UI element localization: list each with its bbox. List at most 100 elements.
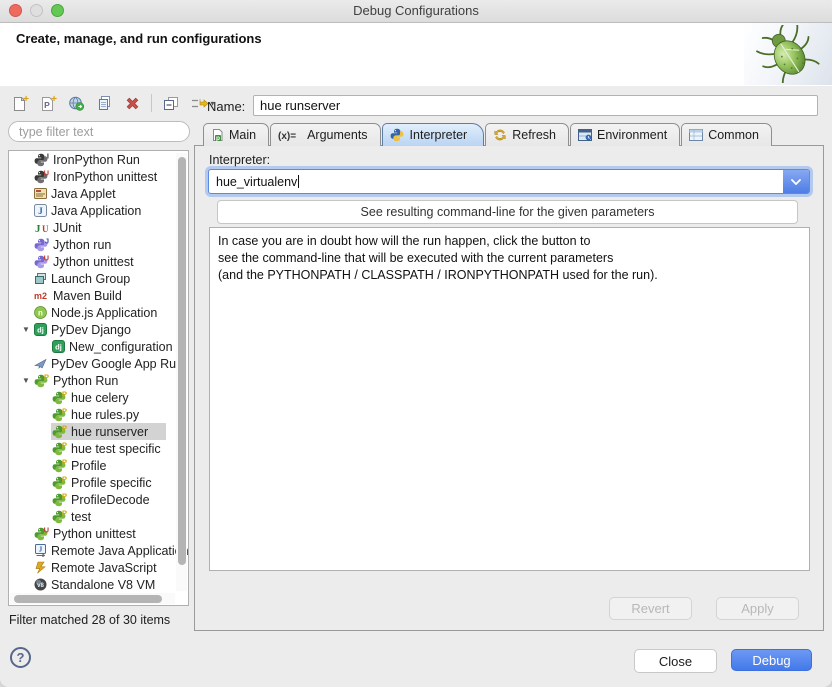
tree-item-standalone-v8-vm[interactable]: v8Standalone V8 VM: [9, 576, 188, 593]
tab-refresh[interactable]: Refresh: [485, 123, 569, 146]
tree-item-hue-rules-py[interactable]: Phue rules.py: [9, 406, 188, 423]
new-prototype-icon: P+: [40, 95, 57, 112]
tree-item-node-js-application[interactable]: nNode.js Application: [9, 304, 188, 321]
tree-item-maven-build[interactable]: m2 Maven Build: [9, 287, 188, 304]
tree-item-java-applet[interactable]: Java Applet: [9, 185, 188, 202]
svg-text:P: P: [62, 476, 67, 484]
interpreter-value: hue_virtualenv: [209, 175, 783, 189]
tab-main-icon: p: [211, 128, 224, 142]
tree-item-junit[interactable]: JUJUnit: [9, 219, 188, 236]
tree-item-label: hue rules.py: [71, 408, 139, 422]
svg-text:I: I: [47, 153, 49, 161]
tree-item-java-application[interactable]: JJava Application: [9, 202, 188, 219]
python-run-icon: P: [52, 442, 67, 456]
tree-item-hue-runserver[interactable]: Phue runserver: [9, 423, 188, 440]
svg-text:(x)=: (x)=: [278, 131, 296, 141]
launch-toolbar: +P+▾: [8, 91, 219, 115]
new-configuration-button[interactable]: +: [8, 92, 32, 114]
info-line: In case you are in doubt how will the ru…: [218, 233, 801, 250]
tree-item-label: Python Run: [53, 374, 118, 388]
tree-item-hue-test-specific[interactable]: Phue test specific: [9, 440, 188, 457]
python-run-icon: P: [52, 476, 67, 490]
tree-item-ironpython-run[interactable]: I IronPython Run: [9, 151, 188, 168]
tab-label: Refresh: [512, 128, 556, 142]
duplicate-button[interactable]: [92, 92, 116, 114]
tree-item-profile[interactable]: PProfile: [9, 457, 188, 474]
info-line: see the command-line that will be execut…: [218, 250, 801, 267]
combo-dropdown-button[interactable]: [783, 170, 809, 193]
tree-item-ironpython-unittest[interactable]: UIronPython unittest: [9, 168, 188, 185]
tree-item-python-unittest[interactable]: UPython unittest: [9, 525, 188, 542]
tree-item-launch-group[interactable]: Launch Group: [9, 270, 188, 287]
name-input[interactable]: [253, 95, 818, 116]
tree-item-pydev-django[interactable]: ▼djPyDev Django: [9, 321, 188, 338]
tree-vertical-scrollbar[interactable]: [176, 153, 187, 591]
tree-item-label: IronPython Run: [53, 153, 140, 167]
tree-item-label: hue celery: [71, 391, 129, 405]
tree-item-label: hue test specific: [71, 442, 161, 456]
tab-environment[interactable]: Environment: [570, 123, 680, 146]
tree-horizontal-scrollbar[interactable]: [10, 593, 175, 604]
pydev-django-icon: dj: [52, 340, 65, 353]
tree-item-remote-java-application[interactable]: J Remote Java Application: [9, 542, 188, 559]
tree-item-label: Maven Build: [53, 289, 122, 303]
tree-item-new-configuration[interactable]: djNew_configuration: [9, 338, 188, 355]
jython-unittest-icon: U: [34, 255, 49, 269]
svg-text:+: +: [23, 95, 29, 105]
tree-item-profiledecode[interactable]: PProfileDecode: [9, 491, 188, 508]
see-command-line-button[interactable]: See resulting command-line for the given…: [217, 200, 798, 224]
new-prototype-button[interactable]: P+: [36, 92, 60, 114]
tab-arguments[interactable]: (x)=Arguments: [270, 123, 380, 146]
tab-interpreter[interactable]: Interpreter: [382, 123, 485, 146]
tab-refresh-icon: [493, 128, 507, 142]
svg-text:p: p: [216, 135, 220, 142]
svg-text:P: P: [62, 425, 67, 433]
tree-item-remote-javascript[interactable]: Remote JavaScript: [9, 559, 188, 576]
tree-item-python-run[interactable]: ▼ PPython Run: [9, 372, 188, 389]
svg-text:dj: dj: [37, 326, 44, 335]
delete-button[interactable]: [120, 92, 144, 114]
tree-item-label: JUnit: [53, 221, 81, 235]
tree-item-hue-celery[interactable]: Phue celery: [9, 389, 188, 406]
tree-item-label: hue runserver: [71, 425, 148, 439]
debug-button[interactable]: Debug: [731, 649, 812, 671]
svg-text:J: J: [38, 206, 43, 216]
tree-item-profile-specific[interactable]: PProfile specific: [9, 474, 188, 491]
dialog-header: Create, manage, and run configurations: [0, 23, 832, 87]
java-application-icon: J: [34, 204, 47, 217]
tree-expander-icon[interactable]: ▼: [19, 325, 33, 334]
interpreter-combobox[interactable]: hue_virtualenv: [208, 169, 810, 194]
tree-item-jython-run[interactable]: JJython run: [9, 236, 188, 253]
collapse-all-button[interactable]: [159, 92, 183, 114]
standalone-v8-icon: v8: [34, 578, 47, 591]
java-applet-icon: [34, 187, 47, 200]
ironpython-run-icon: I: [34, 153, 49, 167]
export-config-icon: [68, 95, 85, 112]
revert-button[interactable]: Revert: [609, 597, 692, 620]
svg-text:P: P: [62, 408, 67, 416]
tab-main[interactable]: pMain: [203, 123, 269, 146]
pydev-gae-icon: [34, 357, 47, 370]
svg-text:P: P: [62, 459, 67, 467]
text-cursor: [298, 175, 299, 188]
tab-common[interactable]: Common: [681, 123, 772, 146]
tree-item-label: Remote Java Application: [51, 544, 189, 558]
tree-item-test[interactable]: Ptest: [9, 508, 188, 525]
nodejs-icon: n: [34, 306, 47, 319]
export-configurations-button[interactable]: [64, 92, 88, 114]
svg-text:v8: v8: [37, 583, 44, 589]
info-line: (and the PYTHONPATH / CLASSPATH / IRONPY…: [218, 267, 801, 284]
close-button[interactable]: Close: [634, 649, 717, 673]
remote-java-application-icon: J: [34, 544, 47, 557]
filter-input[interactable]: [8, 121, 190, 142]
svg-text:m2: m2: [34, 291, 47, 301]
svg-text:P: P: [62, 442, 67, 450]
tree-item-jython-unittest[interactable]: UJython unittest: [9, 253, 188, 270]
help-button[interactable]: ?: [10, 647, 31, 668]
tree-expander-icon[interactable]: ▼: [19, 376, 33, 385]
command-line-info-box: In case you are in doubt how will the ru…: [209, 227, 810, 571]
tree-item-label: Remote JavaScript: [51, 561, 157, 575]
apply-button[interactable]: Apply: [716, 597, 799, 620]
tree-item-label: Launch Group: [51, 272, 130, 286]
tree-item-pydev-google-app-run[interactable]: PyDev Google App Run: [9, 355, 188, 372]
